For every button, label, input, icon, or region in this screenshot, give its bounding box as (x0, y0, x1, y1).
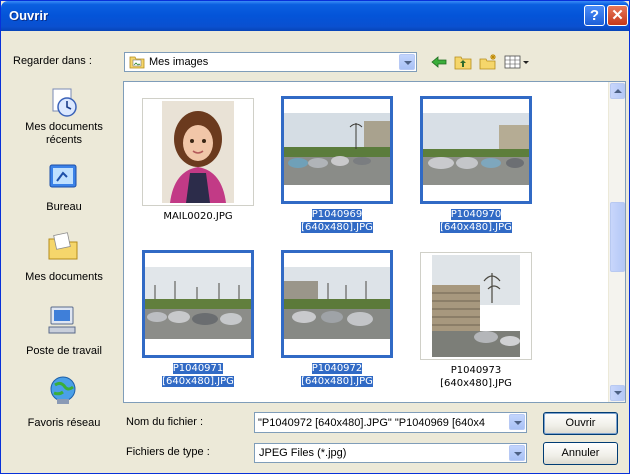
parking-photo (284, 267, 390, 339)
new-folder-icon[interactable] (478, 53, 498, 71)
places-bar: Mes documents récents Bureau Mes documen… (9, 81, 119, 437)
file-list[interactable]: MAIL0020.JPG P1040969 [640x480].JPG P104… (123, 81, 626, 403)
place-my-computer[interactable]: Poste de travail (9, 305, 119, 367)
open-button[interactable]: Ouvrir (543, 412, 618, 435)
place-recent-documents[interactable]: Mes documents récents (9, 87, 119, 149)
file-name-label: Nom du fichier : (126, 416, 204, 428)
place-label: Bureau (46, 201, 82, 213)
file-name: P1040972 [640x480].JPG (301, 363, 373, 387)
scrollbar-thumb[interactable] (610, 202, 625, 272)
chevron-down-icon[interactable] (509, 414, 525, 430)
look-in-dropdown[interactable]: Mes images (124, 52, 417, 72)
place-label: Mes documents récents (25, 121, 103, 146)
parking-photo (423, 113, 529, 185)
place-network[interactable]: Favoris réseau (9, 375, 119, 437)
help-button[interactable]: ? (584, 5, 605, 26)
place-label: Mes documents (25, 271, 103, 283)
file-type-dropdown[interactable]: JPEG Files (*.jpg) (254, 443, 527, 463)
folder-up-icon[interactable] (453, 53, 473, 71)
place-desktop[interactable]: Bureau (9, 163, 119, 225)
file-type-label: Fichiers de type : (126, 446, 210, 458)
building-photo (432, 255, 520, 357)
file-name-input[interactable]: "P1040972 [640x480].JPG" "P1040969 [640x… (254, 412, 527, 433)
place-my-documents[interactable]: Mes documents (9, 231, 119, 293)
window-title: Ouvrir (9, 8, 49, 23)
file-name-dropdown[interactable] (508, 413, 526, 432)
cancel-button[interactable]: Annuler (543, 442, 618, 465)
my-computer-icon (48, 306, 76, 334)
file-name: P1040969 [640x480].JPG (301, 209, 373, 233)
file-name: P1040971 [640x480].JPG (162, 363, 234, 387)
views-menu-icon[interactable] (503, 53, 531, 71)
parking-photo (284, 113, 390, 185)
my-documents-icon (48, 232, 78, 260)
file-name: P1040973 [640x480].JPG (440, 365, 512, 389)
file-name: MAIL0020.JPG (163, 211, 233, 222)
recent-documents-icon (52, 88, 77, 117)
file-name-value: "P1040972 [640x480].JPG" "P1040969 [640x… (258, 417, 485, 429)
vertical-scrollbar[interactable] (608, 82, 625, 402)
network-places-icon (50, 376, 76, 404)
look-in-label: Regarder dans : (13, 55, 92, 67)
file-name: P1040970 [640x480].JPG (440, 209, 512, 233)
close-button[interactable]: ✕ (607, 5, 628, 26)
desktop-icon (49, 164, 77, 188)
folder-pictures-icon (129, 56, 145, 69)
scroll-up-button[interactable] (610, 83, 625, 99)
place-label: Favoris réseau (27, 417, 101, 429)
look-in-value: Mes images (149, 56, 209, 68)
open-dialog: Ouvrir ? ✕ Regarder dans : Mes images Me… (0, 0, 630, 474)
file-type-value: JPEG Files (*.jpg) (259, 447, 347, 459)
back-arrow-icon[interactable] (429, 53, 449, 71)
title-bar[interactable]: Ouvrir ? ✕ (1, 1, 629, 31)
portrait-photo (162, 101, 234, 203)
chevron-down-icon[interactable] (509, 445, 525, 461)
chevron-down-icon[interactable] (399, 54, 415, 70)
place-label: Poste de travail (26, 345, 102, 357)
scroll-down-button[interactable] (610, 385, 625, 401)
parking-photo (145, 267, 251, 339)
